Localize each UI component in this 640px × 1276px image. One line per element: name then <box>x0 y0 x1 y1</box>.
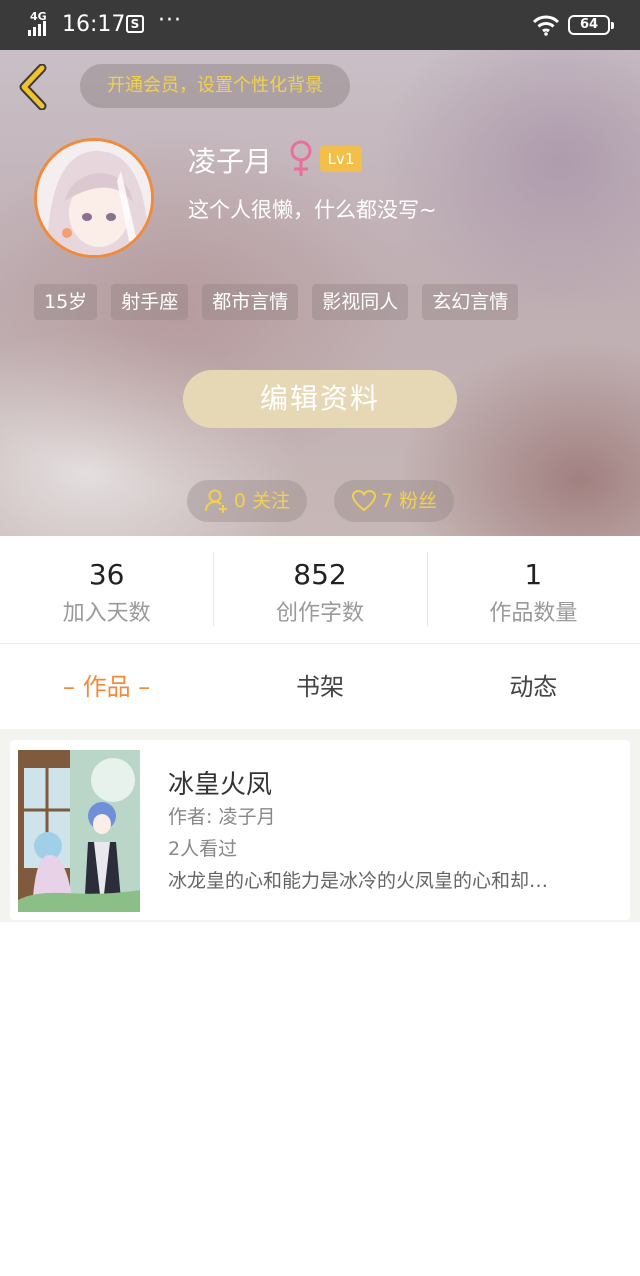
back-chevron-icon[interactable] <box>16 64 52 110</box>
stat-label: 作品数量 <box>489 601 578 626</box>
profile-header: 开通会员，设置个性化背景 凌子月 Lv1 这个人很懒，什么都没写~ 15岁 射手… <box>0 50 640 536</box>
signal-icon: 4G <box>28 10 56 36</box>
more-notifications-icon: ··· <box>158 8 182 33</box>
add-user-icon <box>204 489 227 513</box>
tag-genre: 都市言情 <box>202 284 299 320</box>
book-view-count: 2人看过 <box>168 838 238 860</box>
bio-text: 这个人很懒，什么都没写~ <box>188 198 437 222</box>
tag-age: 15岁 <box>34 284 98 320</box>
tag-list: 15岁 射手座 都市言情 影视同人 玄幻言情 <box>34 284 519 320</box>
tab-bar: – 作品 – 书架 动态 <box>0 645 640 729</box>
stat-value: 1 <box>524 558 543 591</box>
tab-activity[interactable]: 动态 <box>427 645 640 729</box>
tab-bookshelf[interactable]: 书架 <box>213 645 426 729</box>
battery-icon: 64 <box>568 15 614 35</box>
female-icon <box>290 140 312 176</box>
book-author: 作者: 凌子月 <box>168 806 276 828</box>
user-name: 凌子月 <box>188 145 273 178</box>
following-button[interactable]: 0 关注 <box>187 480 307 522</box>
stat-label: 创作字数 <box>275 601 364 626</box>
tag-zodiac: 射手座 <box>111 284 189 320</box>
avatar[interactable] <box>34 138 154 258</box>
edit-profile-button[interactable]: 编辑资料 <box>183 370 457 428</box>
fans-button[interactable]: 7 粉丝 <box>334 480 454 522</box>
stat-label: 加入天数 <box>62 601 151 626</box>
clock: 16:17 <box>62 12 126 37</box>
app-notification-icon: S <box>126 15 144 33</box>
status-bar: 4G 16:17 S ··· 64 <box>0 0 640 50</box>
level-badge: Lv1 <box>320 146 362 172</box>
tag-genre: 影视同人 <box>312 284 409 320</box>
book-cover[interactable] <box>18 750 140 912</box>
vip-background-banner[interactable]: 开通会员，设置个性化背景 <box>80 64 350 108</box>
fans-count: 7 粉丝 <box>380 490 438 512</box>
stat-word-count: 852 创作字数 <box>213 536 426 643</box>
following-count: 0 关注 <box>233 490 291 512</box>
stat-days-joined: 36 加入天数 <box>0 536 213 643</box>
book-card[interactable]: 冰皇火凤 作者: 凌子月 2人看过 冰龙皇的心和能力是冰冷的火凤皇的心和却… <box>10 740 630 920</box>
stat-value: 852 <box>293 558 347 591</box>
wifi-icon <box>532 15 560 36</box>
book-description: 冰龙皇的心和能力是冰冷的火凤皇的心和却… <box>168 870 549 892</box>
tag-genre: 玄幻言情 <box>422 284 519 320</box>
stats-bar: 36 加入天数 852 创作字数 1 作品数量 <box>0 536 640 644</box>
tab-works[interactable]: – 作品 – <box>0 645 213 729</box>
book-title[interactable]: 冰皇火凤 <box>168 764 272 801</box>
stat-works-count: 1 作品数量 <box>426 536 640 643</box>
heart-icon <box>351 489 376 512</box>
stat-value: 36 <box>88 558 125 591</box>
